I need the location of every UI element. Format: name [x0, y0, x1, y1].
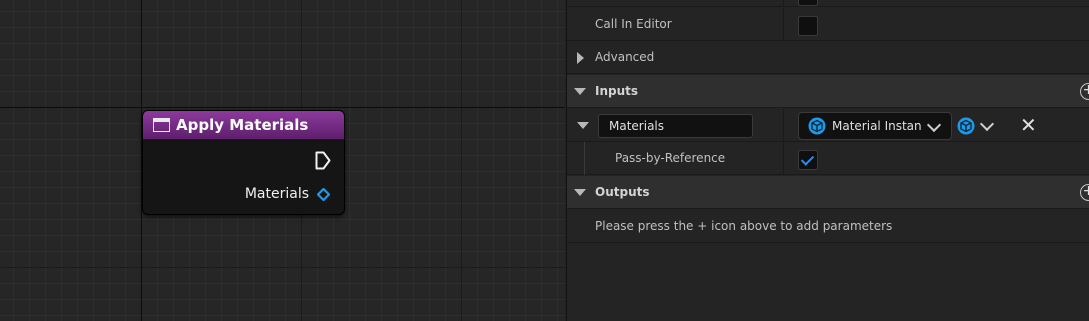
array-pin-icon[interactable]: [317, 187, 330, 201]
container-chevron-down-icon[interactable]: [979, 116, 995, 132]
partial-checkbox[interactable]: [798, 0, 818, 6]
call-in-editor-checkbox[interactable]: [798, 16, 818, 36]
inputs-category-header[interactable]: Inputs +: [567, 75, 1089, 108]
exec-output-pin-icon[interactable]: [315, 151, 331, 170]
add-input-button[interactable]: +: [1080, 83, 1089, 100]
advanced-row[interactable]: Advanced: [567, 41, 1089, 74]
property-row-partial: [567, 0, 1089, 7]
pin-label: Materials: [244, 186, 309, 202]
materials-output-pin[interactable]: Materials: [245, 186, 330, 202]
collapse-arrow-icon[interactable]: [574, 189, 586, 196]
collapse-arrow-icon[interactable]: [574, 88, 586, 95]
call-in-editor-row: Call In Editor: [567, 8, 1089, 41]
remove-parameter-button[interactable]: ✕: [1020, 115, 1037, 135]
node-title: Apply Materials: [176, 116, 309, 134]
pass-by-reference-label: Pass-by-Reference: [615, 151, 726, 165]
details-panel: Call In Editor Advanced Inputs + Materia…: [566, 0, 1089, 321]
column-separator: [783, 8, 784, 41]
checkmark-icon: [800, 152, 815, 166]
column-separator: [783, 109, 784, 142]
call-in-editor-label: Call In Editor: [595, 17, 672, 31]
outputs-label: Outputs: [595, 185, 650, 199]
graph-canvas[interactable]: Apply Materials Materials: [0, 0, 565, 321]
column-separator: [783, 142, 784, 175]
input-parameter-row: Materials Material Instan ✕: [567, 109, 1089, 142]
parameter-type-label: Material Instan: [832, 119, 922, 133]
column-separator: [783, 0, 784, 7]
chevron-down-icon: [926, 117, 942, 133]
node-header[interactable]: Apply Materials: [143, 111, 344, 140]
graph-origin-vertical-line: [141, 0, 142, 321]
add-output-button[interactable]: +: [1080, 184, 1089, 201]
function-entry-node[interactable]: Apply Materials Materials: [143, 111, 344, 214]
inputs-label: Inputs: [595, 84, 639, 98]
pass-by-reference-row: Pass-by-Reference: [567, 142, 1089, 175]
tree-indent-line: [584, 142, 585, 175]
graph-origin-horizontal-line: [0, 107, 565, 108]
expand-arrow-icon[interactable]: [577, 52, 584, 64]
object-type-icon: [808, 117, 826, 135]
outputs-hint-text: Please press the + icon above to add par…: [595, 219, 893, 233]
collapse-arrow-icon[interactable]: [577, 122, 589, 129]
parameter-name-field[interactable]: Materials: [598, 114, 753, 138]
outputs-hint-row: Please press the + icon above to add par…: [567, 210, 1089, 243]
parameter-type-dropdown[interactable]: Material Instan: [798, 112, 952, 140]
pass-by-reference-checkbox[interactable]: [798, 150, 818, 170]
advanced-label: Advanced: [595, 50, 655, 64]
function-icon: [153, 118, 170, 132]
outputs-category-header[interactable]: Outputs +: [567, 176, 1089, 209]
container-type-icon[interactable]: [957, 117, 975, 135]
